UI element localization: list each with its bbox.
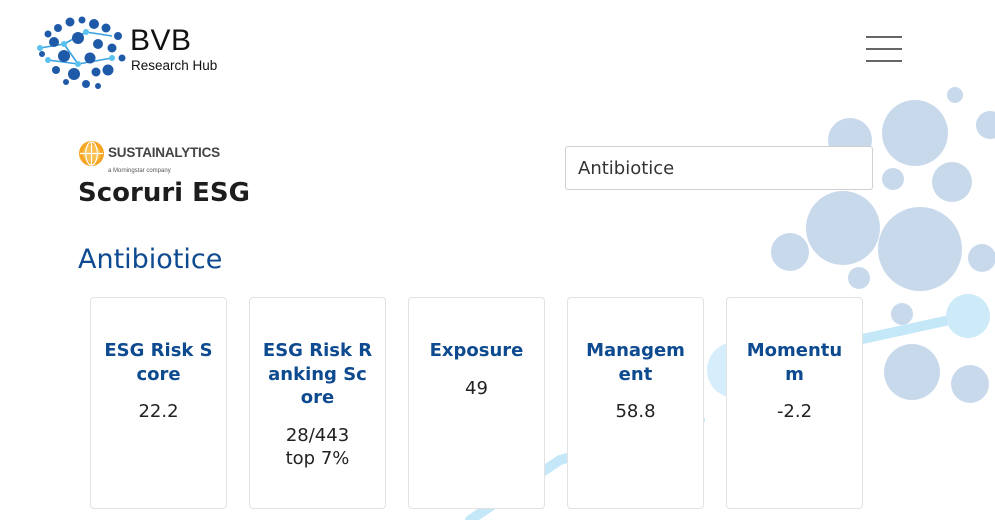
card-title: ESG Risk Ranking Score — [262, 340, 373, 408]
card-title: Managem ent — [586, 340, 685, 385]
company-search-input[interactable] — [565, 146, 873, 190]
hamburger-menu-icon[interactable] — [866, 36, 902, 66]
provider-subtitle: a Morningstar company — [108, 168, 171, 174]
page-title: Scoruri ESG — [78, 178, 250, 208]
esg-risk-ranking-card: ESG Risk Ranking Score 28/443 top 7% — [249, 297, 386, 509]
management-card: Managem ent 58.8 — [567, 297, 704, 509]
card-value: -2.2 — [776, 401, 813, 422]
brain-dots-logo-icon — [37, 16, 126, 89]
brand-name: BVB — [130, 24, 192, 57]
card-value: 49 — [465, 377, 488, 399]
card-value: 28/443 — [285, 424, 350, 446]
card-value: 22.2 — [138, 401, 179, 422]
provider-name: SUSTAINALYTICS — [108, 145, 220, 160]
card-secondary-value: top 7% — [285, 447, 350, 469]
exposure-card: Exposure 49 — [408, 297, 545, 509]
momentum-card: Momentu m -2.2 — [726, 297, 863, 509]
card-value: 58.8 — [615, 401, 656, 422]
sustainalytics-logo: SUSTAINALYTICS a Morningstar company — [78, 139, 258, 179]
company-name-heading: Antibiotice — [78, 244, 223, 275]
card-title: Momentu m — [746, 340, 843, 385]
esg-risk-score-card: ESG Risk Score 22.2 — [90, 297, 227, 509]
bvb-research-hub-logo[interactable]: BVB Research Hub — [34, 14, 224, 92]
sustainalytics-globe-icon — [78, 140, 105, 167]
brand-tagline: Research Hub — [131, 58, 218, 73]
card-title: ESG Risk Score — [104, 340, 213, 385]
card-title: Exposure — [429, 340, 524, 361]
